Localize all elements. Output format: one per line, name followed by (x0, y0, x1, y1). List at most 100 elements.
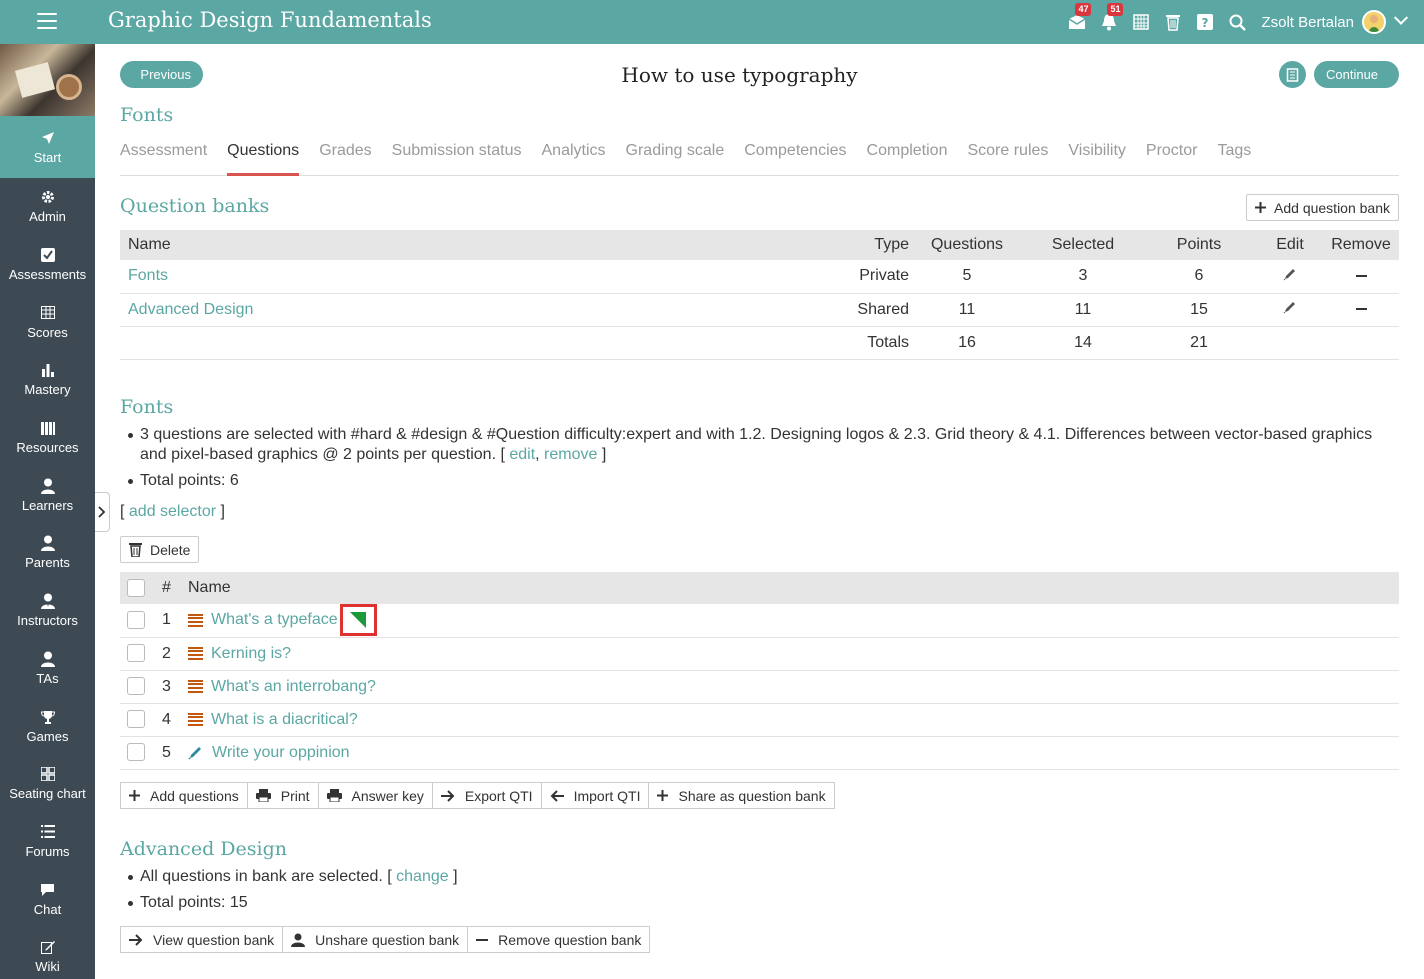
notifications-icon[interactable]: 51 (1099, 3, 1124, 32)
continue-button[interactable]: Continue (1314, 61, 1399, 88)
remove-icon[interactable] (1323, 293, 1399, 327)
table-row: Advanced Design Shared 11 11 15 (120, 293, 1399, 327)
tab-proctor[interactable]: Proctor (1146, 142, 1198, 176)
table-icon (40, 305, 56, 321)
books-icon (40, 420, 56, 436)
tab-analytics[interactable]: Analytics (542, 142, 606, 176)
sidebar: Start Admin Assessments Scores Mastery R… (0, 44, 95, 979)
delete-button[interactable]: Delete (120, 536, 200, 563)
tab-assessment[interactable]: Assessment (120, 142, 207, 176)
sidebar-item-learners[interactable]: Learners (0, 466, 95, 524)
question-link[interactable]: What is a diacritical? (211, 711, 358, 728)
sidebar-item-start[interactable]: Start (0, 116, 95, 178)
sidebar-item-resources[interactable]: Resources (0, 409, 95, 467)
row-checkbox[interactable] (127, 710, 145, 729)
tab-grades[interactable]: Grades (319, 142, 371, 176)
tab-questions[interactable]: Questions (227, 142, 300, 176)
question-link[interactable]: What's a typeface (211, 611, 338, 628)
sidebar-collapse-toggle[interactable] (95, 492, 110, 532)
import-qti-button[interactable]: Import QTI (542, 783, 650, 808)
sidebar-item-games[interactable]: Games (0, 697, 95, 755)
calendar-icon[interactable] (1131, 12, 1151, 32)
row-checkbox[interactable] (127, 677, 145, 696)
chevron-down-icon[interactable] (1393, 10, 1409, 25)
unshare-question-bank-button[interactable]: Unshare question bank (283, 927, 469, 952)
arrow-right-icon (440, 789, 455, 802)
add-question-bank-button[interactable]: Add question bank (1246, 194, 1399, 221)
avatar[interactable] (1362, 10, 1386, 34)
totals-selected: 14 (1025, 326, 1141, 360)
tab-visibility[interactable]: Visibility (1068, 142, 1126, 176)
sidebar-item-scores[interactable]: Scores (0, 293, 95, 351)
page-title: How to use typography (621, 63, 858, 87)
column-header: Points (1141, 230, 1257, 260)
trash-icon[interactable] (1163, 12, 1183, 32)
person-icon (40, 651, 56, 667)
bank-link-advanced-design[interactable]: Advanced Design (128, 301, 253, 318)
notes-button[interactable] (1279, 61, 1306, 88)
pencil-icon[interactable] (1257, 260, 1323, 294)
bank-selected: 3 (1025, 260, 1141, 294)
select-all-checkbox[interactable] (127, 578, 145, 597)
change-selector-link[interactable]: change (396, 868, 449, 885)
remove-question-bank-button[interactable]: Remove question bank (468, 927, 649, 952)
share-as-question-bank-button[interactable]: Share as question bank (649, 783, 833, 808)
tab-grading-scale[interactable]: Grading scale (626, 142, 725, 176)
remove-selector-link[interactable]: remove (544, 446, 597, 463)
sidebar-item-tas[interactable]: TAs (0, 640, 95, 698)
question-link[interactable]: Kerning is? (211, 645, 291, 662)
user-name[interactable]: Zsolt Bertalan (1261, 14, 1354, 31)
bank-link-fonts[interactable]: Fonts (128, 267, 168, 284)
remove-icon[interactable] (1323, 260, 1399, 294)
list-icon (188, 679, 203, 693)
search-icon[interactable] (1227, 12, 1247, 32)
sidebar-item-assessments[interactable]: Assessments (0, 236, 95, 294)
help-icon[interactable]: ? (1195, 12, 1215, 32)
person-icon (40, 478, 56, 494)
add-questions-button[interactable]: Add questions (121, 783, 248, 808)
flag-icon[interactable] (339, 604, 377, 637)
tab-completion[interactable]: Completion (867, 142, 948, 176)
sidebar-item-forums[interactable]: Forums (0, 813, 95, 871)
table-row: Fonts Private 5 3 6 (120, 260, 1399, 294)
list-icon (188, 613, 203, 627)
question-link[interactable]: What's an interrobang? (211, 678, 376, 695)
view-question-bank-button[interactable]: View question bank (121, 927, 284, 952)
pencil-icon[interactable] (1257, 293, 1323, 327)
plus-icon (657, 790, 669, 801)
top-bar: Graphic Design Fundamentals 47 51 ? Zsol… (0, 0, 1424, 44)
answer-key-button[interactable]: Answer key (319, 783, 433, 808)
sidebar-item-seating-chart[interactable]: Seating chart (0, 755, 95, 813)
tab-competencies[interactable]: Competencies (744, 142, 846, 176)
selector-description: 3 questions are selected with #hard & #d… (126, 425, 1396, 465)
sidebar-item-label: Chat (33, 901, 62, 917)
gear-icon (40, 189, 56, 205)
question-link[interactable]: Write your oppinion (212, 744, 350, 761)
sidebar-item-mastery[interactable]: Mastery (0, 351, 95, 409)
print-button[interactable]: Print (248, 783, 319, 808)
column-header: Name (120, 230, 809, 260)
question-banks-title: Question banks (120, 195, 270, 217)
sidebar-item-admin[interactable]: Admin (0, 178, 95, 236)
arrow-right-icon (129, 933, 143, 946)
row-checkbox[interactable] (127, 644, 145, 663)
notebook-icon (1286, 67, 1299, 82)
sidebar-item-chat[interactable]: Chat (0, 870, 95, 928)
course-thumbnail[interactable] (0, 44, 95, 116)
tab-tags[interactable]: Tags (1217, 142, 1251, 176)
sidebar-item-instructors[interactable]: Instructors (0, 582, 95, 640)
edit-selector-link[interactable]: edit (509, 446, 535, 463)
sidebar-item-wiki[interactable]: Wiki (0, 928, 95, 979)
plus-icon (1255, 202, 1267, 213)
add-selector-link[interactable]: add selector (129, 503, 216, 520)
export-qti-button[interactable]: Export QTI (433, 783, 542, 808)
tab-score-rules[interactable]: Score rules (967, 142, 1048, 176)
tab-submission-status[interactable]: Submission status (392, 142, 522, 176)
add-selector: [ add selector ] (120, 503, 225, 520)
row-checkbox[interactable] (127, 611, 145, 630)
menu-icon[interactable] (37, 13, 57, 31)
bar-chart-icon (40, 362, 56, 378)
messages-icon[interactable]: 47 (1067, 3, 1092, 32)
sidebar-item-parents[interactable]: Parents (0, 524, 95, 582)
row-checkbox[interactable] (127, 743, 145, 762)
